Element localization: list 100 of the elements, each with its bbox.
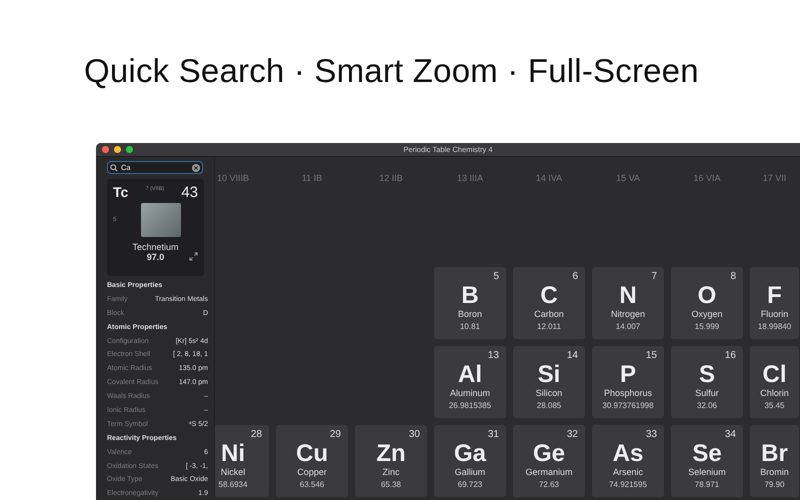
group-heading: 16 VIA xyxy=(692,172,722,183)
element-tile[interactable]: 32 Ge Germanium 72.63 xyxy=(513,425,585,497)
atomic-number: 43 xyxy=(181,184,198,201)
element-tile[interactable]: 33 As Arsenic 74.921595 xyxy=(592,425,664,497)
element-symbol: Zn xyxy=(376,441,406,467)
element-name: Selenium xyxy=(688,467,726,478)
element-symbol: S xyxy=(698,362,715,388)
element-tile[interactable]: 7 N Nitrogen 14.007 xyxy=(592,267,664,339)
atomic-mass: 32.06 xyxy=(696,400,718,412)
element-tile[interactable]: 15 P Phosphorus 30.973761998 xyxy=(592,346,664,418)
element-name: Nitrogen xyxy=(610,309,646,320)
atomic-number: 14 xyxy=(566,350,578,361)
element-tile[interactable]: Cl Chlorin 35.45 xyxy=(750,346,799,418)
element-tile[interactable]: Br Bromin 79.90 xyxy=(750,425,799,497)
element-name: Boron xyxy=(458,309,482,320)
headline: Quick Search · Smart Zoom · Full-Screen xyxy=(83,51,700,91)
element-symbol: Cl xyxy=(762,362,786,388)
element-symbol: Al xyxy=(458,362,482,388)
element-tile[interactable]: 31 Ga Gallium 69.723 xyxy=(434,425,506,497)
atomic-number: 8 xyxy=(730,271,736,282)
atomic-mass: 58.6934 xyxy=(218,479,248,491)
element-tile[interactable]: 13 Al Aluminum 26.9815385 xyxy=(434,346,506,418)
element-name: Phosphorus xyxy=(604,388,652,399)
element-tile[interactable]: 14 Si Silicon 28.085 xyxy=(513,346,585,418)
element-symbol: Cu xyxy=(296,441,328,467)
element-name: Copper xyxy=(297,467,327,478)
element-symbol: Ni xyxy=(221,441,245,467)
element-name: Carbon xyxy=(534,309,564,320)
element-symbol: Se xyxy=(692,441,722,467)
atomic-mass: 35.45 xyxy=(764,400,785,412)
group-heading: 11 IB xyxy=(300,172,324,183)
element-symbol: N xyxy=(619,283,637,309)
atomic-number: 16 xyxy=(724,350,736,361)
element-name: Bromin xyxy=(760,467,789,478)
atomic-number: 31 xyxy=(488,429,499,440)
group-heading: 15 VA xyxy=(615,172,641,183)
atomic-number: 34 xyxy=(724,429,736,440)
element-tile[interactable]: 6 C Carbon 12.011 xyxy=(513,267,585,339)
minimize-button[interactable] xyxy=(114,146,121,153)
atomic-number: 30 xyxy=(408,429,420,440)
element-symbol: O xyxy=(698,283,716,309)
clear-icon[interactable] xyxy=(192,164,200,172)
atomic-mass: 63.546 xyxy=(300,479,324,491)
element-tile[interactable]: 8 O Oxygen 15.999 xyxy=(671,267,743,339)
atomic-mass: 10.81 xyxy=(460,321,480,333)
element-symbol: B xyxy=(461,283,479,309)
atomic-number: 6 xyxy=(572,271,578,282)
element-name: Zinc xyxy=(382,467,400,478)
atomic-mass: 74.921595 xyxy=(609,479,647,491)
element-name: Silicon xyxy=(536,388,562,399)
atomic-mass: 78.971 xyxy=(694,479,720,491)
element-symbol: P xyxy=(620,362,636,388)
group-heading: 10 VIIIB xyxy=(216,172,250,183)
element-tile[interactable]: 28 Ni Nickel 58.6934 xyxy=(215,425,269,497)
atomic-mass: 72.63 xyxy=(538,479,560,491)
atomic-mass: 28.085 xyxy=(536,400,562,412)
element-tile[interactable]: 30 Zn Zinc 65.38 xyxy=(355,425,427,497)
photo-placeholder xyxy=(141,203,181,237)
element-tile[interactable]: 16 S Sulfur 32.06 xyxy=(671,346,743,418)
atomic-mass: 12.011 xyxy=(537,321,561,333)
element-symbol: Ge xyxy=(532,441,565,467)
atomic-number: 5 xyxy=(493,271,499,282)
element-symbol: As xyxy=(612,441,644,467)
element-name: Oxygen xyxy=(691,309,723,320)
atomic-number: 32 xyxy=(566,429,578,440)
element-name: Chlorin xyxy=(760,388,789,399)
element-tile[interactable]: 29 Cu Copper 63.546 xyxy=(276,425,348,497)
close-button[interactable] xyxy=(102,146,109,153)
element-symbol: C xyxy=(540,283,558,309)
atomic-mass: 69.723 xyxy=(458,479,482,491)
atomic-number: 13 xyxy=(488,350,499,361)
atomic-mass: 79.90 xyxy=(764,479,785,491)
atomic-number: 29 xyxy=(330,429,341,440)
atomic-mass: 18.99840 xyxy=(758,321,792,333)
zoom-button[interactable] xyxy=(126,146,133,153)
element-tile[interactable]: 34 Se Selenium 78.971 xyxy=(671,425,743,497)
group-heading: 14 IVA xyxy=(534,172,564,183)
element-name: Technetium xyxy=(132,242,179,252)
expand-icon[interactable] xyxy=(189,252,198,261)
atomic-number: 15 xyxy=(646,350,657,361)
atomic-mass: 97.0 xyxy=(146,252,164,262)
element-symbol: Br xyxy=(761,441,788,467)
element-name: Fluorin xyxy=(760,309,788,320)
element-symbol: Tc xyxy=(113,184,128,200)
group-heading: 13 IIIA xyxy=(456,172,484,183)
element-tile[interactable]: 5 B Boron 10.81 xyxy=(434,267,506,339)
group-heading: 12 IIB xyxy=(378,172,404,183)
atomic-mass: 15.999 xyxy=(694,321,720,333)
element-symbol: Ga xyxy=(454,441,486,467)
group-heading: 17 VII xyxy=(762,172,788,183)
atomic-number: 7 xyxy=(651,271,657,282)
atomic-mass: 30.973761998 xyxy=(602,400,654,412)
element-name: Aluminum xyxy=(450,388,490,399)
atomic-number: 28 xyxy=(250,429,262,440)
element-name: Germanium xyxy=(525,467,572,478)
element-name: Sulfur xyxy=(695,388,719,399)
element-name: Gallium xyxy=(454,467,486,478)
element-tile[interactable]: F Fluorin 18.99840 xyxy=(750,267,799,339)
element-symbol: F xyxy=(767,283,782,309)
search-icon xyxy=(110,164,118,172)
